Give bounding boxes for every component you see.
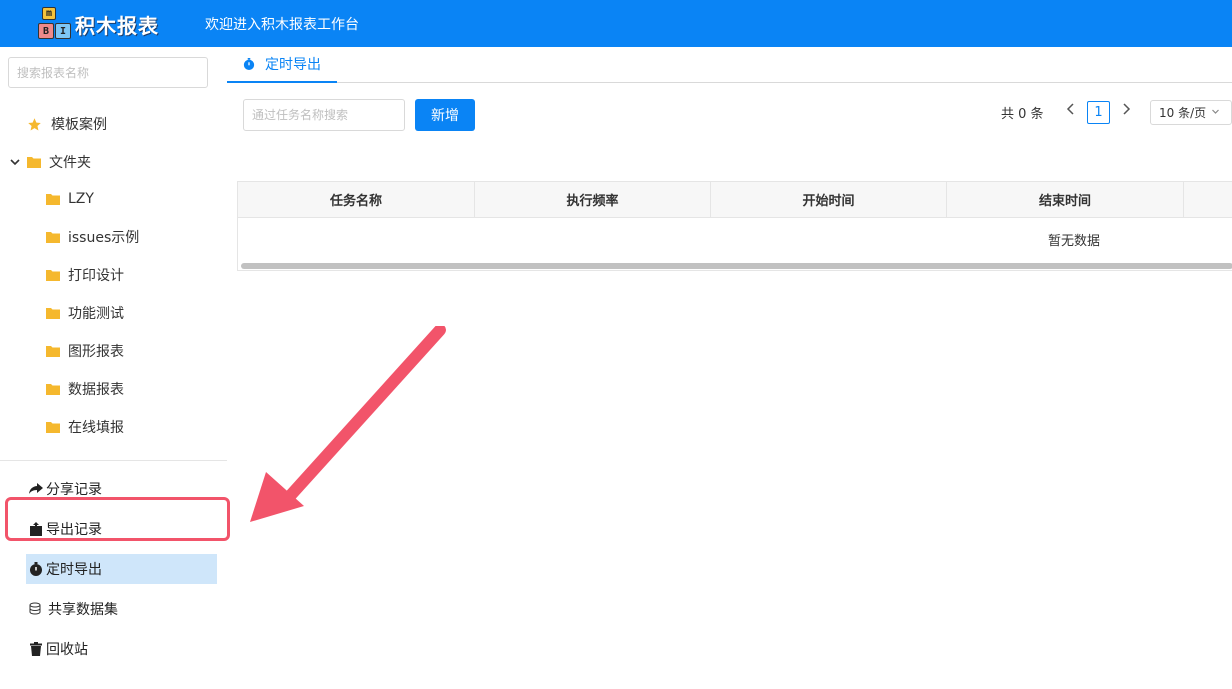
- share-icon: [28, 483, 44, 495]
- tree-item-label: 功能测试: [68, 306, 124, 322]
- tree-item-data-reports[interactable]: 数据报表: [46, 378, 124, 400]
- column-header-end-time: 结束时间: [947, 182, 1184, 217]
- table-empty-row: 暂无数据: [238, 218, 1232, 258]
- tree-item-templates[interactable]: 模板案例: [27, 113, 107, 135]
- menu-item-label: 回收站: [46, 642, 88, 658]
- sidebar: 模板案例 文件夹 LZY issues示例 打印设计 功能测试 图形报表 数据报…: [0, 47, 227, 689]
- add-button[interactable]: 新增: [415, 99, 475, 131]
- folder-icon: [46, 383, 60, 395]
- app-header: m B I 积木报表 欢迎进入积木报表工作台: [0, 0, 1232, 47]
- tab-scheduled-export[interactable]: 定时导出: [227, 47, 337, 83]
- tree-item-label: 打印设计: [68, 268, 124, 284]
- folder-icon: [46, 269, 60, 281]
- tree-item-lzy[interactable]: LZY: [46, 188, 94, 210]
- task-search-input[interactable]: [243, 99, 405, 131]
- sidebar-divider: [0, 460, 227, 461]
- logo: m B I: [38, 7, 74, 41]
- column-header-start-time: 开始时间: [711, 182, 947, 217]
- tree-item-label: LZY: [68, 191, 94, 207]
- pagination-next-icon[interactable]: [1121, 103, 1131, 119]
- tree-item-folder-root[interactable]: 文件夹: [9, 151, 91, 173]
- tree-item-issues[interactable]: issues示例: [46, 226, 139, 248]
- pagination-current-page[interactable]: 1: [1087, 101, 1110, 124]
- tree-item-label: 图形报表: [68, 344, 124, 360]
- annotation-highlight-box: [5, 497, 230, 541]
- star-icon: [27, 117, 42, 132]
- menu-item-scheduled-export[interactable]: 定时导出: [26, 554, 217, 584]
- tree-item-print-design[interactable]: 打印设计: [46, 264, 124, 286]
- tree-item-label: 在线填报: [68, 420, 124, 436]
- timer-icon: [28, 562, 44, 576]
- brand-title: 积木报表: [75, 14, 159, 38]
- tree-item-label: issues示例: [68, 230, 140, 246]
- tab-bar: 定时导出: [227, 47, 1232, 83]
- logo-block-i: I: [55, 23, 71, 39]
- tree-item-label: 文件夹: [49, 155, 91, 171]
- pagination-total: 共 0 条: [1001, 107, 1044, 122]
- tree-item-label: 数据报表: [68, 382, 124, 398]
- tab-label: 定时导出: [265, 57, 321, 73]
- folder-icon: [46, 193, 60, 205]
- empty-text: 暂无数据: [1048, 234, 1101, 249]
- folder-icon: [46, 421, 60, 433]
- logo-block-m: m: [42, 7, 56, 20]
- tree-item-function-test[interactable]: 功能测试: [46, 302, 124, 324]
- folder-icon: [46, 307, 60, 319]
- annotation-arrow: [250, 326, 446, 522]
- timer-icon: [243, 58, 255, 70]
- table-header: 任务名称 执行频率 开始时间 结束时间: [238, 182, 1232, 218]
- task-table: 任务名称 执行频率 开始时间 结束时间 暂无数据: [237, 181, 1232, 271]
- horizontal-scrollbar[interactable]: [241, 263, 1232, 269]
- pagination-prev-icon[interactable]: [1066, 103, 1076, 119]
- logo-block-b: B: [38, 23, 54, 39]
- tree-item-online-fill[interactable]: 在线填报: [46, 416, 124, 438]
- menu-item-label: 共享数据集: [48, 602, 118, 618]
- chevron-down-icon[interactable]: [9, 156, 21, 168]
- folder-icon: [46, 345, 60, 357]
- page-size-select[interactable]: 10 条/页: [1150, 100, 1232, 125]
- folder-icon: [46, 231, 60, 243]
- column-header-frequency: 执行频率: [475, 182, 711, 217]
- tree-item-chart-reports[interactable]: 图形报表: [46, 340, 124, 362]
- menu-item-recycle-bin[interactable]: 回收站: [26, 634, 217, 664]
- tree-item-label: 模板案例: [51, 117, 107, 133]
- menu-item-label: 定时导出: [46, 562, 102, 578]
- report-search-input[interactable]: [8, 57, 208, 88]
- menu-item-label: 分享记录: [46, 482, 102, 498]
- page-size-value: 10 条/页: [1159, 106, 1207, 120]
- column-header-task-name: 任务名称: [238, 182, 475, 217]
- folder-icon: [27, 156, 41, 168]
- trash-icon: [28, 642, 44, 656]
- menu-item-shared-datasets[interactable]: 共享数据集: [26, 594, 217, 624]
- chevron-down-icon: [1211, 107, 1220, 119]
- database-icon: [28, 602, 44, 616]
- welcome-text: 欢迎进入积木报表工作台: [205, 17, 359, 33]
